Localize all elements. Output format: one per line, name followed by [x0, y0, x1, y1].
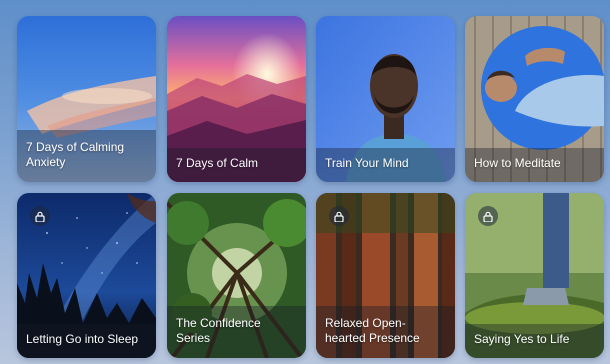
- program-title: How to Meditate: [465, 148, 604, 182]
- program-title: Train Your Mind: [316, 148, 455, 182]
- lock-icon: [478, 206, 498, 226]
- program-grid: 7 Days of Calming Anxiety 7 Days of Calm…: [0, 0, 610, 364]
- program-title: 7 Days of Calming Anxiety: [17, 130, 156, 182]
- program-card-relaxed-presence[interactable]: Relaxed Open- hearted Presence: [316, 193, 455, 358]
- program-card-how-to-meditate[interactable]: How to Meditate: [465, 16, 604, 182]
- program-title: Saying Yes to Life: [465, 324, 604, 358]
- program-title: Relaxed Open- hearted Presence: [316, 306, 455, 358]
- program-card-confidence-series[interactable]: The Confidence Series: [167, 193, 306, 358]
- lock-icon: [329, 206, 349, 226]
- program-title: 7 Days of Calm: [167, 148, 306, 182]
- program-card-letting-go-sleep[interactable]: Letting Go into Sleep: [17, 193, 156, 358]
- lock-icon: [30, 206, 50, 226]
- program-title: Letting Go into Sleep: [17, 324, 156, 358]
- program-card-7-days-calm[interactable]: 7 Days of Calm: [167, 16, 306, 182]
- program-card-train-mind[interactable]: Train Your Mind: [316, 16, 455, 182]
- program-card-calming-anxiety[interactable]: 7 Days of Calming Anxiety: [17, 16, 156, 182]
- program-title: The Confidence Series: [167, 306, 306, 358]
- program-card-saying-yes[interactable]: Saying Yes to Life: [465, 193, 604, 358]
